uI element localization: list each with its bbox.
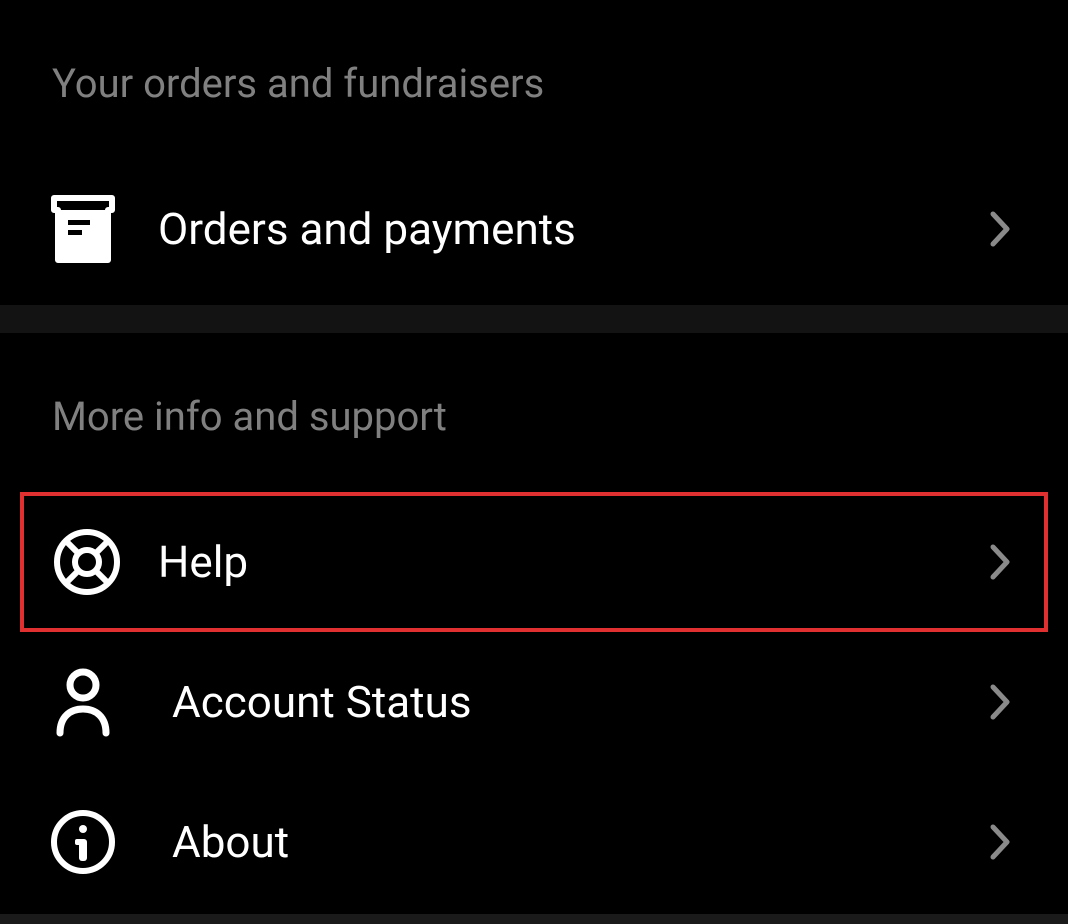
info-icon (48, 807, 118, 877)
chevron-right-icon (984, 682, 1016, 722)
section-support: More info and support Help A (0, 333, 1068, 914)
menu-label-help: Help (158, 536, 984, 588)
chevron-right-icon (984, 209, 1016, 249)
chevron-right-icon (984, 542, 1016, 582)
section-orders: Your orders and fundraisers Orders and p… (0, 0, 1068, 305)
menu-item-help[interactable]: Help (20, 492, 1048, 632)
menu-label-account-status: Account Status (172, 676, 984, 728)
section-divider (0, 305, 1068, 333)
chevron-right-icon (984, 822, 1016, 862)
menu-item-orders-payments[interactable]: Orders and payments (0, 159, 1068, 299)
menu-item-account-status[interactable]: Account Status (0, 632, 1068, 772)
menu-label-orders-payments: Orders and payments (158, 203, 984, 255)
menu-label-about: About (172, 816, 984, 868)
lifebuoy-icon (52, 527, 122, 597)
section-header-support: More info and support (0, 393, 1068, 492)
box-icon (48, 194, 118, 264)
section-header-orders: Your orders and fundraisers (0, 60, 1068, 159)
menu-item-about[interactable]: About (0, 772, 1068, 912)
person-icon (48, 667, 118, 737)
